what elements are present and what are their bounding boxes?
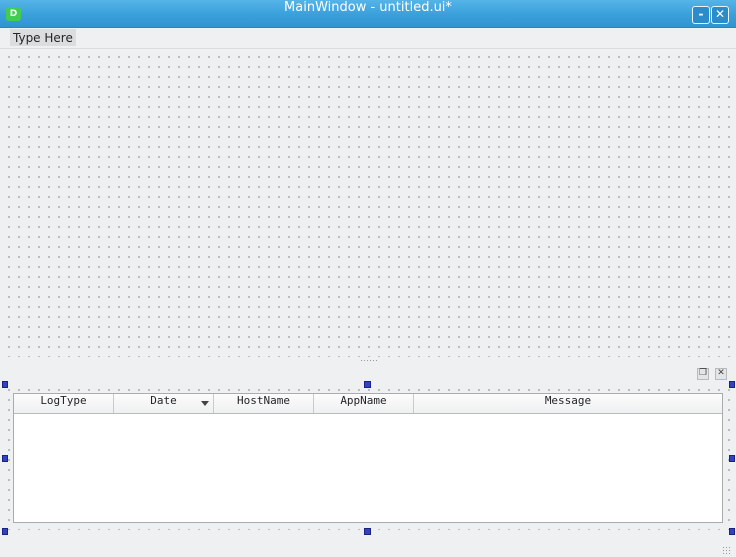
selection-handle-right[interactable] — [729, 455, 735, 462]
menu-type-here[interactable]: Type Here — [10, 29, 76, 46]
selection-handle-bottom-left[interactable] — [2, 528, 8, 535]
header-date[interactable]: Date — [114, 394, 214, 413]
sort-descending-icon — [201, 401, 209, 406]
selection-handle-top-right[interactable] — [729, 381, 735, 388]
title-bar[interactable]: D MainWindow - untitled.ui* - ✕ — [0, 0, 736, 28]
table-header: LogType Date HostName AppName Message — [14, 394, 722, 414]
dock-close-icon[interactable]: ✕ — [715, 368, 727, 380]
header-logtype[interactable]: LogType — [14, 394, 114, 413]
selection-handle-top-left[interactable] — [2, 381, 8, 388]
main-window: D MainWindow - untitled.ui* - ✕ Type Her… — [0, 0, 736, 557]
header-appname[interactable]: AppName — [314, 394, 414, 413]
window-title: MainWindow - untitled.ui* — [284, 0, 452, 15]
dock-float-icon[interactable]: ❐ — [697, 368, 709, 380]
header-date-label: Date — [150, 394, 177, 407]
menu-bar: Type Here — [0, 28, 736, 49]
dock-splitter-handle[interactable] — [360, 359, 378, 362]
close-button[interactable]: ✕ — [711, 6, 729, 24]
central-widget-grid[interactable] — [0, 49, 736, 357]
resize-grip-icon[interactable] — [722, 546, 732, 554]
header-hostname[interactable]: HostName — [214, 394, 314, 413]
log-table[interactable]: LogType Date HostName AppName Message — [13, 393, 723, 523]
selection-handle-bottom[interactable] — [364, 528, 371, 535]
selection-handle-bottom-right[interactable] — [729, 528, 735, 535]
selection-handle-left[interactable] — [2, 455, 8, 462]
selection-handle-top[interactable] — [364, 381, 371, 388]
header-message[interactable]: Message — [414, 394, 722, 413]
minimize-button[interactable]: - — [692, 6, 710, 24]
